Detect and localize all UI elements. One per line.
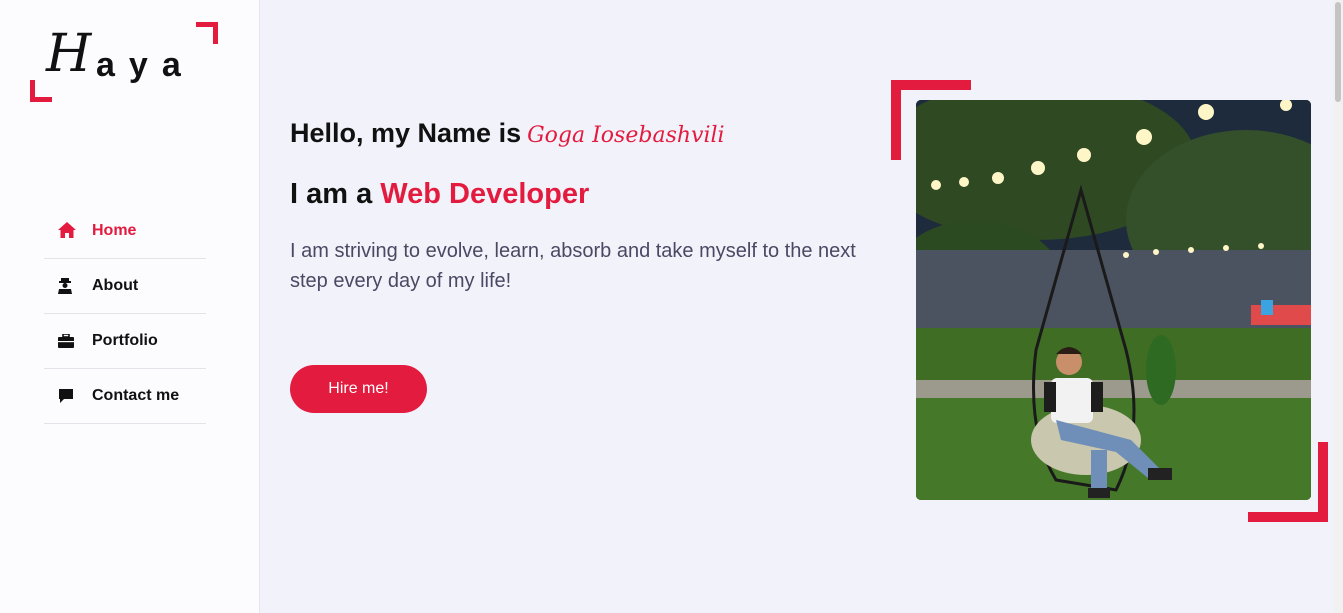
role-text: Web Developer [380,178,590,210]
role-heading: I am a Web Developer [290,178,589,211]
nav-item-label: Home [92,222,137,239]
comment-icon [44,388,92,404]
nav-item-label: About [92,277,139,294]
briefcase-icon [44,334,92,348]
nav-item-home[interactable]: Home [44,222,206,259]
hello-heading: Hello, my Name is Goga Iosebashvili [290,118,725,149]
nav-item-about[interactable]: About [44,259,206,314]
profile-photo [916,100,1311,500]
nav-item-portfolio[interactable]: Portfolio [44,314,206,369]
nav-item-contact[interactable]: Contact me [44,369,206,424]
page-scrollbar[interactable] [1333,0,1343,613]
nav-item-label: Contact me [92,387,180,404]
logo-corner-top-right [196,22,218,44]
logo[interactable]: H aya [30,22,218,102]
logo-text: aya [96,46,195,84]
user-icon [44,278,92,294]
main-nav: Home About Portfolio Contact me [44,222,206,424]
profile-photo-image [916,100,1311,500]
scrollbar-thumb[interactable] [1335,2,1341,102]
name-text: Goga Iosebashvili [527,123,725,148]
home-icon [44,222,92,238]
tagline: I am striving to evolve, learn, absorb a… [290,240,856,292]
hire-me-button[interactable]: Hire me! [290,365,427,413]
sidebar: H aya Home About Portfolio Contact me [0,0,260,613]
logo-initial: H [46,24,92,84]
hello-prefix: Hello, my Name is [290,118,522,148]
nav-item-label: Portfolio [92,332,158,349]
role-prefix: I am a [290,178,373,210]
